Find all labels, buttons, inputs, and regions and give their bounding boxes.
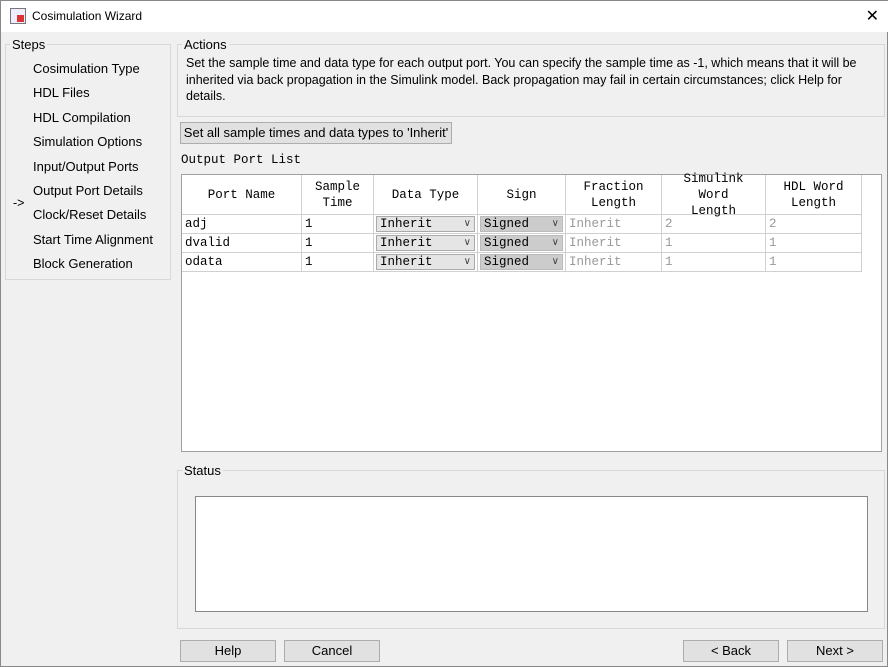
column-header: Port Name xyxy=(182,175,302,215)
close-icon[interactable]: ✕ xyxy=(866,6,879,26)
next-button[interactable]: Next > xyxy=(787,640,883,662)
table-cell[interactable]: Inherit ∨ xyxy=(374,234,478,253)
dropdown-value: Signed xyxy=(484,255,530,269)
table-cell[interactable]: Inherit ∨ xyxy=(374,253,478,272)
table-cell: 1 xyxy=(766,253,862,272)
sign-dropdown: Signed ∨ xyxy=(480,216,563,232)
output-port-list-label: Output Port List xyxy=(181,153,302,167)
table-cell: Inherit xyxy=(566,253,662,272)
table-cell: 2 xyxy=(662,215,766,234)
table-cell: Inherit xyxy=(566,215,662,234)
chevron-down-icon: ∨ xyxy=(551,238,559,249)
actions-legend: Actions xyxy=(184,37,227,52)
dropdown-value: Inherit xyxy=(380,255,433,269)
title-bar: Cosimulation Wizard ✕ xyxy=(1,1,888,32)
actions-text: Set the sample time and data type for ea… xyxy=(186,56,857,103)
app-icon xyxy=(10,8,26,24)
status-text-area[interactable] xyxy=(195,496,868,612)
table-cell: Inherit xyxy=(566,234,662,253)
step-item: Output Port Details xyxy=(33,183,143,198)
chevron-down-icon: ∨ xyxy=(463,238,471,249)
table-cell: adj xyxy=(182,215,302,234)
column-header: Simulink Word Length xyxy=(662,172,766,218)
chevron-down-icon: ∨ xyxy=(551,257,559,268)
dropdown-value: Inherit xyxy=(380,217,433,231)
table-cell[interactable]: 1 xyxy=(302,234,374,253)
back-button[interactable]: < Back xyxy=(683,640,779,662)
cancel-button[interactable]: Cancel xyxy=(284,640,380,662)
actions-panel: Actions Set the sample time and data typ… xyxy=(177,37,885,117)
sign-dropdown: Signed ∨ xyxy=(480,235,563,251)
column-header: Data Type xyxy=(374,175,478,215)
step-item: Simulation Options xyxy=(33,134,143,150)
set-inherit-button[interactable]: Set all sample times and data types to '… xyxy=(180,122,452,144)
table-cell: 1 xyxy=(662,234,766,253)
column-header: Fraction Length xyxy=(566,175,662,215)
chevron-down-icon: ∨ xyxy=(551,219,559,230)
help-button[interactable]: Help xyxy=(180,640,276,662)
table-cell[interactable]: Signed ∨ xyxy=(478,253,566,272)
table-cell: odata xyxy=(182,253,302,272)
window-title: Cosimulation Wizard xyxy=(32,9,143,23)
table-cell[interactable]: Signed ∨ xyxy=(478,215,566,234)
step-item: Block Generation xyxy=(33,256,133,272)
current-step-marker: -> xyxy=(13,196,25,210)
status-legend: Status xyxy=(184,463,221,478)
table-cell: 1 xyxy=(766,234,862,253)
data-type-dropdown[interactable]: Inherit ∨ xyxy=(376,254,475,270)
data-type-dropdown[interactable]: Inherit ∨ xyxy=(376,235,475,251)
steps-legend: Steps xyxy=(12,37,46,52)
column-header: HDL Word Length xyxy=(766,175,862,215)
dropdown-value: Inherit xyxy=(380,236,433,250)
dropdown-value: Signed xyxy=(484,217,530,231)
output-port-table: Port Name Sample Time Data Type Sign Fractio… xyxy=(181,172,882,452)
step-item: Start Time Alignment xyxy=(33,231,153,247)
sign-dropdown: Signed ∨ xyxy=(480,254,563,270)
column-header: Sign xyxy=(478,175,566,215)
table-cell: 2 xyxy=(766,215,862,234)
table-cell: dvalid xyxy=(182,234,302,253)
step-item: Clock/Reset Details xyxy=(33,207,147,223)
data-type-dropdown[interactable]: Inherit ∨ xyxy=(376,216,475,232)
table-cell[interactable]: 1 xyxy=(302,215,374,234)
step-item: Cosimulation Type xyxy=(33,61,140,76)
table-cell: 1 xyxy=(662,253,766,272)
step-item: HDL Files xyxy=(33,85,90,101)
table-cell[interactable]: Inherit ∨ xyxy=(374,215,478,234)
chevron-down-icon: ∨ xyxy=(463,219,471,230)
step-item: Input/Output Ports xyxy=(33,158,139,174)
table-cell[interactable]: 1 xyxy=(302,253,374,272)
dropdown-value: Signed xyxy=(484,236,530,250)
column-header: Sample Time xyxy=(302,175,374,215)
table-cell[interactable]: Signed ∨ xyxy=(478,234,566,253)
chevron-down-icon: ∨ xyxy=(463,257,471,268)
step-item: HDL Compilation xyxy=(33,109,131,125)
